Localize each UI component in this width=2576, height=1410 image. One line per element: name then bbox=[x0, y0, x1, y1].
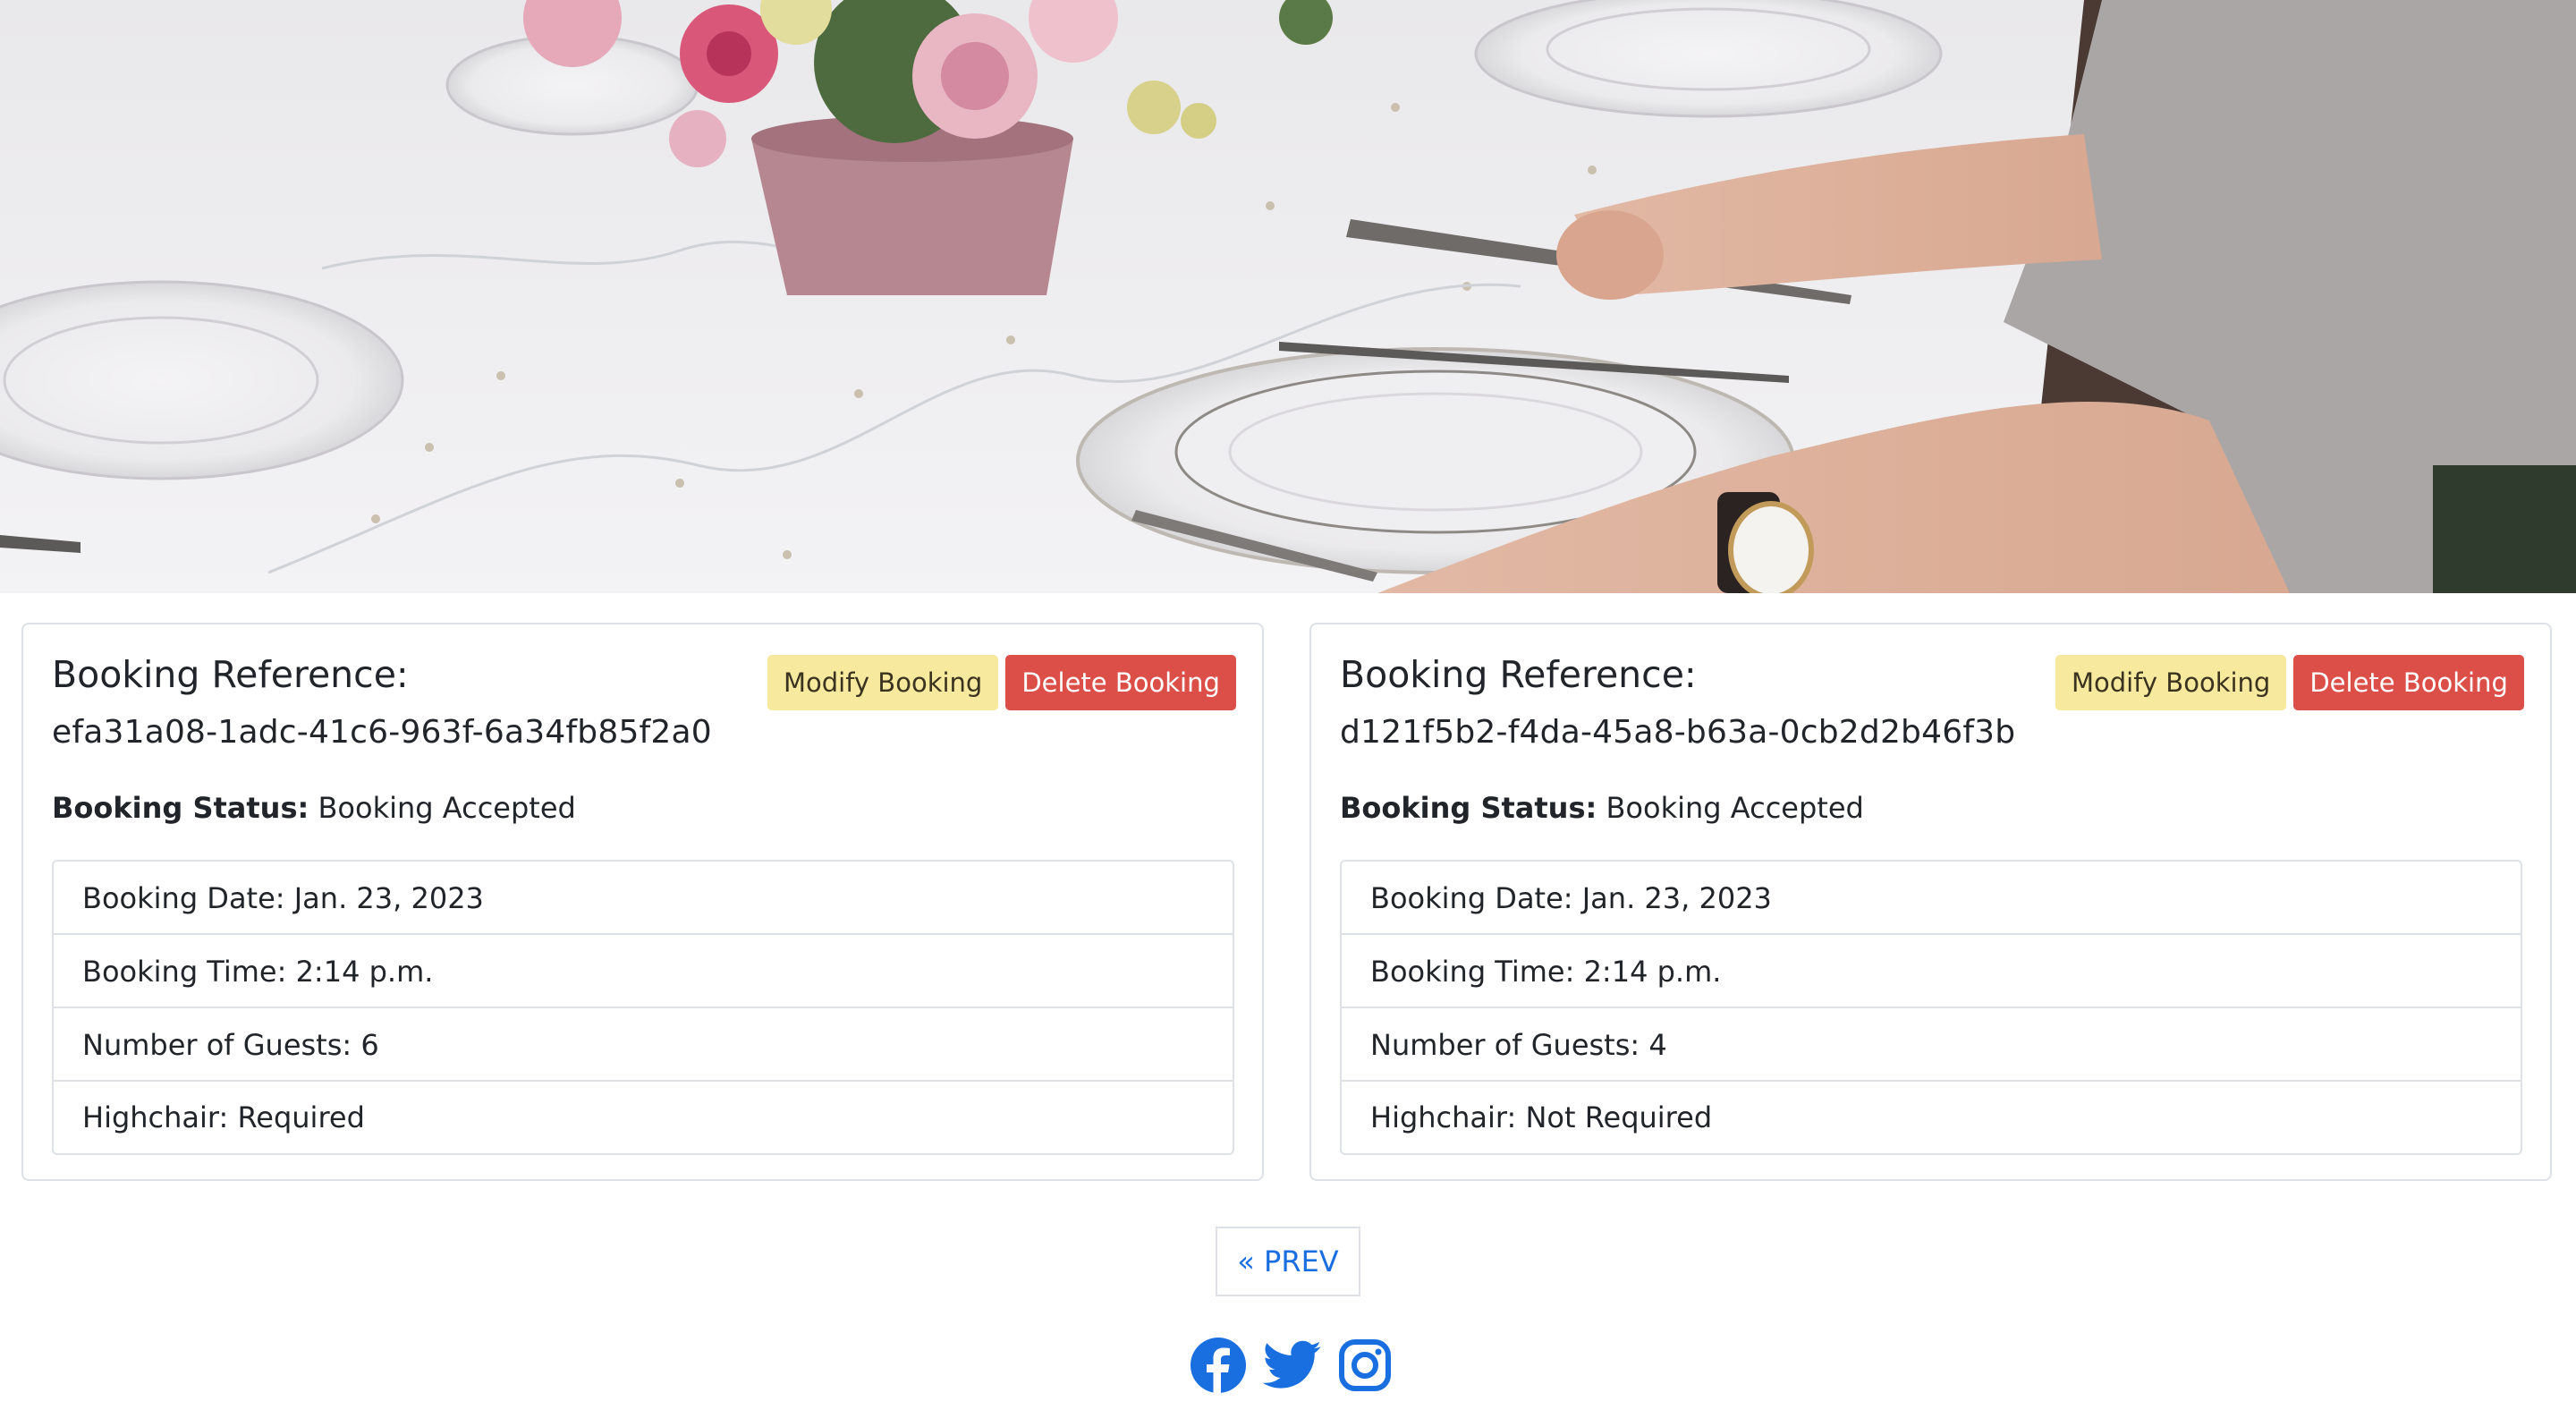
booking-status-label: Booking Status: bbox=[52, 791, 309, 825]
number-of-guests: Number of Guests: 6 bbox=[54, 1008, 1233, 1082]
booking-time: Booking Time: 2:14 p.m. bbox=[1342, 935, 2521, 1008]
highchair: Highchair: Required bbox=[82, 1100, 365, 1134]
social-links bbox=[1190, 1337, 1392, 1397]
booking-status-label: Booking Status: bbox=[1340, 791, 1597, 825]
booking-reference-value: efa31a08-1adc-41c6-963f-6a34fb85f2a0 bbox=[52, 714, 712, 751]
highchair: Highchair: Not Required bbox=[1370, 1100, 1713, 1134]
booking-details-list: Booking Date: Jan. 23, 2023 Booking Time… bbox=[52, 860, 1234, 1155]
booking-date: Booking Date: Jan. 23, 2023 bbox=[1342, 862, 2521, 935]
modify-booking-button[interactable]: Modify Booking bbox=[2055, 655, 2287, 710]
modify-booking-button[interactable]: Modify Booking bbox=[767, 655, 999, 710]
booking-time: Booking Time: 2:14 p.m. bbox=[54, 935, 1233, 1008]
booking-actions: Modify Booking Delete Booking bbox=[2055, 655, 2524, 710]
booking-status-value: Booking Accepted bbox=[1606, 791, 1864, 825]
hero-image bbox=[0, 0, 2576, 593]
booking-reference-heading: Booking Reference: bbox=[1340, 653, 1697, 696]
booking-card: Booking Reference: Modify Booking Delete… bbox=[21, 623, 1264, 1181]
booking-status: Booking Status: Booking Accepted bbox=[52, 791, 576, 825]
booking-reference-heading: Booking Reference: bbox=[52, 653, 409, 696]
booking-details-list: Booking Date: Jan. 23, 2023 Booking Time… bbox=[1340, 860, 2522, 1155]
table-setting-photo bbox=[0, 0, 2576, 593]
booking-card: Booking Reference: Modify Booking Delete… bbox=[1309, 623, 2552, 1181]
delete-booking-button[interactable]: Delete Booking bbox=[1005, 655, 1236, 710]
delete-booking-button[interactable]: Delete Booking bbox=[2293, 655, 2524, 710]
booking-status-value: Booking Accepted bbox=[318, 791, 576, 825]
booking-status: Booking Status: Booking Accepted bbox=[1340, 791, 1864, 825]
instagram-icon[interactable] bbox=[1338, 1338, 1392, 1396]
number-of-guests: Number of Guests: 4 bbox=[1342, 1008, 2521, 1082]
twitter-icon[interactable] bbox=[1262, 1339, 1322, 1395]
facebook-icon[interactable] bbox=[1190, 1337, 1247, 1397]
booking-reference-value: d121f5b2-f4da-45a8-b63a-0cb2d2b46f3b bbox=[1340, 714, 2016, 751]
booking-date: Booking Date: Jan. 23, 2023 bbox=[54, 862, 1233, 935]
booking-actions: Modify Booking Delete Booking bbox=[767, 655, 1236, 710]
prev-page-link[interactable]: « PREV bbox=[1216, 1227, 1360, 1296]
